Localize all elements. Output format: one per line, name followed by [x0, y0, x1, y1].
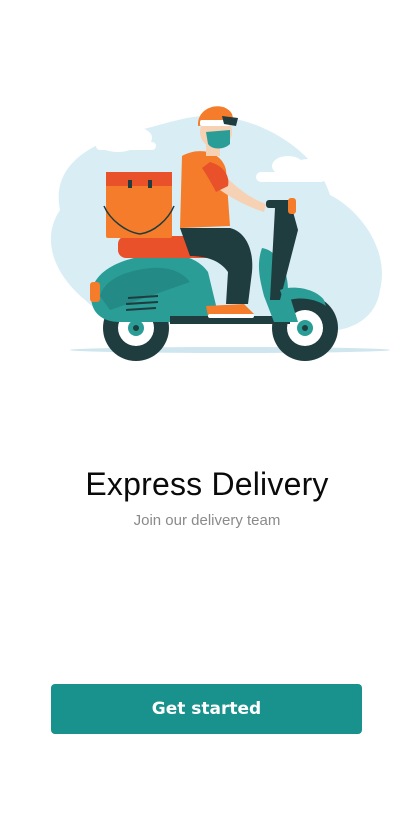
get-started-button[interactable]: Get started — [51, 684, 362, 734]
hero-illustration — [30, 100, 390, 370]
delivery-box-icon — [103, 172, 175, 238]
page-title: Express Delivery — [85, 466, 329, 502]
page-subtitle: Join our delivery team — [133, 512, 281, 529]
cloud-left — [96, 128, 156, 152]
